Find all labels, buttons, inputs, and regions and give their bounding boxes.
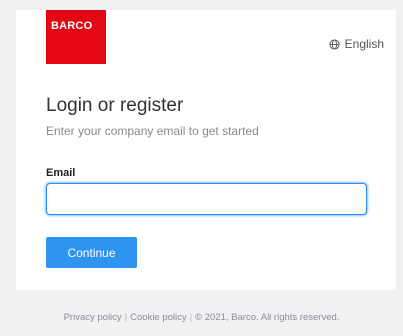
login-card: BARCO English Login or register Enter yo… [16, 10, 396, 290]
globe-icon [329, 38, 340, 50]
logo-text: BARCO [51, 20, 93, 32]
cookie-policy-link[interactable]: Cookie policy [130, 312, 187, 323]
language-selector[interactable]: English [329, 37, 384, 51]
page-subtitle: Enter your company email to get started [46, 124, 259, 138]
footer: Privacy policy | Cookie policy | © 2021, Bar… [0, 312, 403, 323]
footer-separator: | [124, 312, 128, 323]
language-label: English [344, 37, 384, 51]
copyright-text: © 2021, Barco. All rights reserved. [195, 312, 340, 323]
footer-separator: | [189, 312, 193, 323]
barco-logo: BARCO [46, 10, 106, 64]
email-field[interactable] [46, 183, 367, 215]
page-title: Login or register [46, 95, 184, 116]
continue-button[interactable]: Continue [46, 237, 137, 268]
privacy-policy-link[interactable]: Privacy policy [64, 312, 122, 323]
email-label: Email [46, 167, 76, 179]
